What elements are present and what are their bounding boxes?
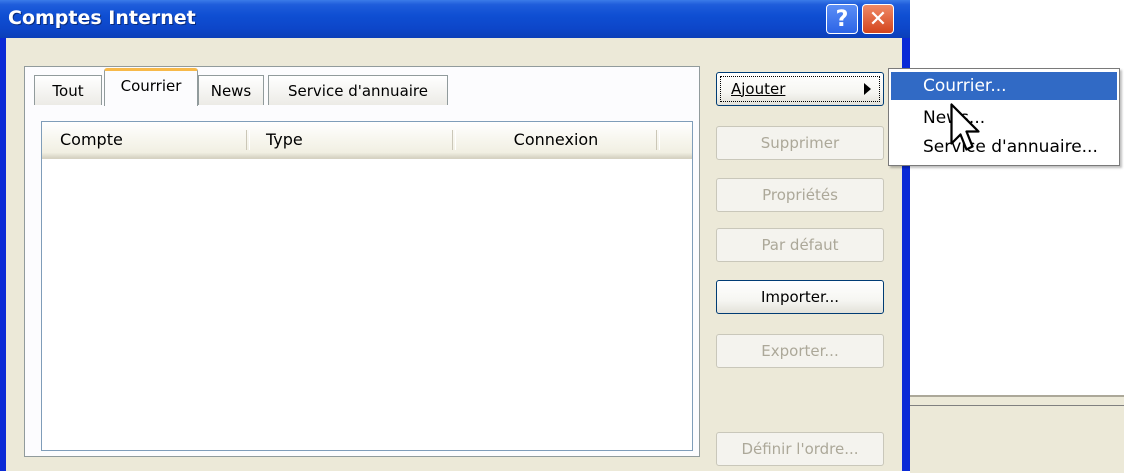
ajouter-button[interactable]: Ajouter <box>716 72 884 106</box>
tab-label: Service d'annuaire <box>288 81 428 100</box>
tab-label: News <box>210 81 252 100</box>
title-bar[interactable]: Comptes Internet ? ✕ <box>0 0 910 38</box>
column-divider[interactable] <box>656 130 660 150</box>
proprietes-button[interactable]: Propriétés <box>716 178 884 212</box>
window-title: Comptes Internet <box>8 7 196 29</box>
close-button[interactable]: ✕ <box>862 4 894 34</box>
tab-label: Courrier <box>120 77 182 95</box>
tab-courrier[interactable]: Courrier <box>104 68 198 106</box>
arrow-cursor-icon <box>950 103 980 151</box>
help-icon: ? <box>835 6 849 32</box>
accounts-list[interactable]: Compte Type Connexion <box>41 121 693 451</box>
column-header-type[interactable]: Type <box>266 122 303 158</box>
right-triangle-icon <box>864 83 871 95</box>
tab-service-annuaire[interactable]: Service d'annuaire <box>268 75 448 105</box>
menu-item-courrier[interactable]: Courrier... <box>891 72 1117 100</box>
importer-button[interactable]: Importer... <box>716 280 884 314</box>
definir-ordre-button[interactable]: Définir l'ordre... <box>716 432 884 466</box>
exporter-button[interactable]: Exporter... <box>716 334 884 368</box>
tab-news[interactable]: News <box>198 75 264 105</box>
background-window <box>910 395 1124 473</box>
tab-label: Tout <box>52 81 84 100</box>
column-header-connexion[interactable]: Connexion <box>456 122 656 158</box>
column-divider[interactable] <box>246 130 250 150</box>
close-icon: ✕ <box>868 6 888 32</box>
tab-tout[interactable]: Tout <box>34 75 102 105</box>
help-button[interactable]: ? <box>826 4 858 34</box>
supprimer-button[interactable]: Supprimer <box>716 126 884 160</box>
menu-item-service-annuaire[interactable]: Service d'annuaire... <box>891 133 1117 161</box>
ajouter-label: Ajouter <box>731 80 786 98</box>
par-defaut-button[interactable]: Par défaut <box>716 228 884 262</box>
list-header: Compte Type Connexion <box>42 122 692 159</box>
background-divider <box>910 405 1124 406</box>
ajouter-submenu: Courrier... News... Service d'annuaire..… <box>888 68 1120 166</box>
menu-item-news[interactable]: News... <box>891 104 1117 132</box>
column-header-compte[interactable]: Compte <box>60 122 123 158</box>
